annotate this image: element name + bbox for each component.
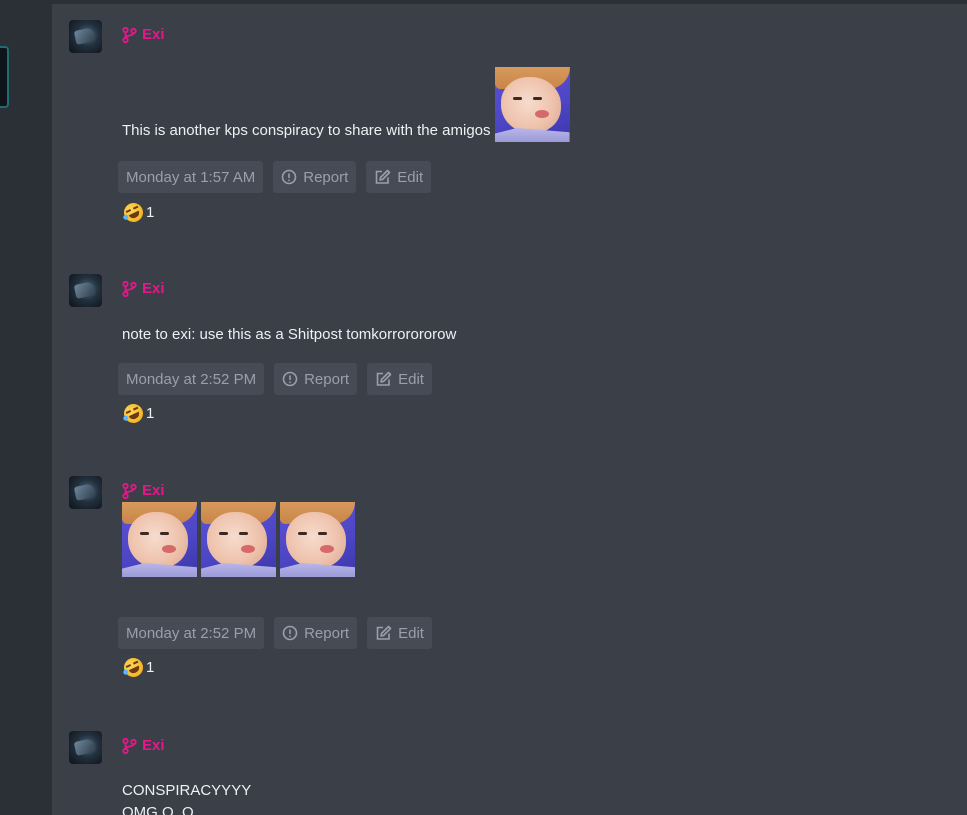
avatar[interactable] (69, 20, 102, 53)
alert-circle-icon (282, 625, 298, 641)
branch-icon (122, 738, 137, 754)
timestamp-button[interactable]: Monday at 1:57 AM (118, 161, 264, 193)
report-button[interactable]: Report (274, 617, 358, 649)
report-label: Report (303, 168, 349, 186)
timestamp-label: Monday at 2:52 PM (126, 370, 257, 388)
reaction[interactable]: 1 (120, 400, 155, 427)
author-name[interactable]: Exi (122, 737, 165, 755)
edit-button[interactable]: Edit (366, 161, 432, 193)
branch-icon (122, 483, 137, 499)
author-label: Exi (142, 482, 165, 499)
reaction-count: 1 (146, 405, 155, 422)
alert-circle-icon (281, 169, 297, 185)
report-button[interactable]: Report (274, 363, 358, 395)
meme-image[interactable] (280, 502, 355, 577)
left-sidebar (0, 0, 52, 815)
sidebar-thumbnail[interactable] (0, 46, 9, 108)
meme-image[interactable] (201, 502, 276, 577)
report-label: Report (304, 370, 350, 388)
branch-icon (122, 281, 137, 297)
meme-image[interactable] (494, 67, 570, 142)
branch-icon (122, 27, 137, 43)
message-actions: Monday at 1:57 AM Report Edit (118, 161, 432, 193)
timestamp-label: Monday at 1:57 AM (126, 168, 256, 186)
author-label: Exi (142, 280, 165, 297)
rolling-laughing-emoji-icon (120, 400, 147, 427)
meme-image[interactable] (122, 502, 197, 577)
author-label: Exi (142, 26, 165, 43)
edit-label: Edit (397, 168, 424, 186)
edit-icon (376, 625, 392, 640)
page: Exi This is another kps conspiracy to sh… (0, 0, 967, 815)
avatar[interactable] (69, 731, 102, 764)
image-gallery (122, 502, 355, 577)
timestamp-button[interactable]: Monday at 2:52 PM (118, 617, 265, 649)
message-feed: Exi This is another kps conspiracy to sh… (52, 4, 967, 815)
message-text: This is another kps conspiracy to share … (122, 122, 491, 139)
edit-button[interactable]: Edit (367, 617, 432, 649)
author-name[interactable]: Exi (122, 482, 165, 500)
message-body: note to exi: use this as a Shitpost tomk… (122, 302, 456, 346)
edit-label: Edit (398, 624, 424, 642)
author-name[interactable]: Exi (122, 280, 165, 298)
reaction-count: 1 (146, 659, 155, 676)
reaction[interactable]: 1 (120, 654, 155, 681)
timestamp-label: Monday at 2:52 PM (126, 624, 257, 642)
message-body: This is another kps conspiracy to share … (122, 45, 570, 142)
author-label: Exi (142, 737, 165, 754)
edit-icon (375, 169, 391, 184)
message-text: note to exi: use this as a Shitpost tomk… (122, 326, 457, 343)
message-body: CONSPIRACYYYY OMG O_O I ALMOST FORGOTS (122, 758, 269, 815)
rolling-laughing-emoji-icon (120, 199, 147, 226)
reaction[interactable]: 1 (120, 199, 155, 226)
edit-button[interactable]: Edit (367, 363, 432, 395)
edit-label: Edit (398, 370, 424, 388)
rolling-laughing-emoji-icon (120, 654, 147, 681)
report-label: Report (304, 624, 350, 642)
timestamp-button[interactable]: Monday at 2:52 PM (118, 363, 265, 395)
message-text: CONSPIRACYYYY OMG O_O I ALMOST FORGOTS (122, 782, 252, 815)
reaction-count: 1 (146, 204, 155, 221)
alert-circle-icon (282, 371, 298, 387)
avatar[interactable] (69, 274, 102, 307)
report-button[interactable]: Report (273, 161, 357, 193)
message-actions: Monday at 2:52 PM Report Edit (118, 363, 432, 395)
author-name[interactable]: Exi (122, 26, 165, 44)
message-actions: Monday at 2:52 PM Report Edit (118, 617, 432, 649)
edit-icon (376, 371, 392, 386)
avatar[interactable] (69, 476, 102, 509)
